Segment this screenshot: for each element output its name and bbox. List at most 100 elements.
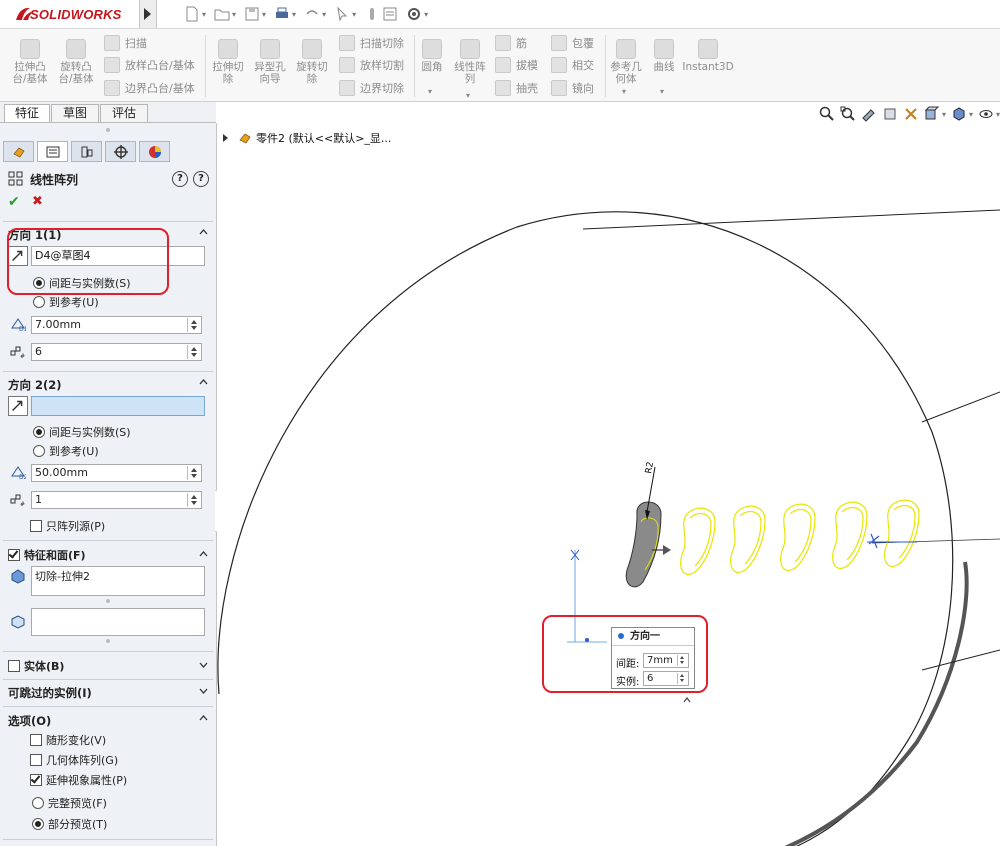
revolve-cut-button[interactable]: 旋转切 除 [292, 39, 332, 85]
direction1-spacing-input[interactable]: 7.00mm [31, 316, 202, 334]
wrap-button[interactable]: 包覆 [551, 35, 594, 51]
chevron-up-icon[interactable] [683, 696, 691, 704]
features-to-pattern-list[interactable]: 切除-拉伸2 [31, 566, 205, 596]
intersect-button[interactable]: 相交 [551, 57, 594, 73]
file-properties-icon[interactable] [382, 6, 398, 22]
chevron-down-icon[interactable]: ▾ [322, 10, 326, 19]
display-manager-tab[interactable] [139, 141, 170, 162]
tab-sketch[interactable]: 草图 [51, 104, 99, 122]
graphics-area[interactable]: ▾ ▾ ▾ 零件2 (默认<<默认>_显... R2 方向一 间距: 7mm 实… [217, 102, 1000, 846]
linear-pattern-icon [8, 171, 23, 186]
seed-only-checkbox[interactable]: 只阵列源(P) [30, 518, 105, 534]
linear-pattern-button[interactable]: 线性阵 列 [450, 39, 490, 85]
direction2-up-to-reference-radio[interactable]: 到参考(U) [33, 443, 99, 459]
chevron-down-icon[interactable] [199, 686, 208, 695]
dimxpert-manager-tab[interactable] [105, 141, 136, 162]
chevron-down-icon[interactable]: ▾ [466, 91, 470, 100]
mirror-button[interactable]: 镜向 [551, 80, 594, 96]
rebuild-icon[interactable] [364, 6, 380, 22]
bodies-section-header[interactable]: 实体(B) [8, 658, 64, 674]
sweep-icon [104, 35, 120, 51]
partial-preview-radio[interactable]: 部分预览(T) [32, 816, 107, 832]
solidworks-logo[interactable]: SOLIDWORKS [0, 0, 140, 28]
spinner-arrows[interactable] [187, 493, 200, 507]
swept-cut-button[interactable]: 扫描切除 [339, 35, 404, 51]
direction2-selection-field[interactable] [31, 396, 205, 416]
chevron-down-icon[interactable]: ▾ [202, 10, 206, 19]
radius-dimension-label[interactable]: R2 [644, 461, 656, 475]
select-pointer-icon[interactable] [334, 6, 350, 22]
propagate-visual-properties-checkbox[interactable]: 延伸视象属性(P) [30, 772, 127, 788]
chevron-up-icon[interactable] [199, 550, 208, 559]
direction2-instances-input[interactable]: 1 [31, 491, 202, 509]
ok-button[interactable]: ✔ [8, 194, 20, 210]
loft-boss-button[interactable]: 放样凸台/基体 [104, 57, 195, 73]
faces-to-pattern-list[interactable] [31, 608, 205, 636]
chevron-up-icon[interactable] [199, 714, 208, 723]
help-icon[interactable]: ? [172, 171, 188, 187]
new-document-icon[interactable] [184, 6, 200, 22]
full-preview-radio[interactable]: 完整预览(F) [32, 795, 107, 811]
rib-button[interactable]: 筋 [495, 35, 527, 51]
panel-grip[interactable] [106, 128, 110, 132]
direction2-spacing-instances-radio[interactable]: 间距与实例数(S) [33, 424, 131, 440]
fillet-button[interactable]: 圆角 [416, 39, 448, 73]
boundary-cut-button[interactable]: 边界切除 [339, 80, 404, 96]
print-icon[interactable] [274, 6, 290, 22]
undo-icon[interactable] [304, 6, 320, 22]
linear-pattern-icon [460, 39, 480, 59]
open-folder-icon[interactable] [214, 6, 230, 22]
reference-geometry-button[interactable]: 参考几 何体 [608, 39, 644, 85]
chevron-down-icon[interactable]: ▾ [428, 87, 432, 96]
reference-geometry-icon [616, 39, 636, 59]
chevron-down-icon[interactable]: ▾ [352, 10, 356, 19]
spinner-arrows[interactable] [187, 466, 200, 480]
cancel-button[interactable]: ✖ [32, 194, 43, 209]
extrude-boss-button[interactable]: 拉伸凸 台/基体 [8, 39, 52, 85]
curves-button[interactable]: 曲线 [648, 39, 680, 73]
spinner-arrows[interactable] [187, 345, 200, 359]
spinner-arrows[interactable] [187, 318, 200, 332]
chevron-down-icon[interactable]: ▾ [232, 10, 236, 19]
boundary-boss-button[interactable]: 边界凸台/基体 [104, 80, 195, 96]
list-item[interactable]: 切除-拉伸2 [35, 570, 90, 583]
chevron-up-icon[interactable] [199, 378, 208, 387]
save-icon[interactable] [244, 6, 260, 22]
draft-button[interactable]: 拔模 [495, 57, 538, 73]
chevron-down-icon[interactable]: ▾ [262, 10, 266, 19]
chevron-down-icon[interactable]: ▾ [660, 87, 664, 96]
revolve-boss-button[interactable]: 旋转凸 台/基体 [54, 39, 98, 85]
chevron-down-icon[interactable]: ▾ [622, 87, 626, 96]
tab-evaluate[interactable]: 评估 [100, 104, 148, 122]
features-faces-section-header[interactable]: 特征和面(F) [8, 547, 86, 563]
menu-expand-button[interactable] [140, 0, 157, 28]
direction1-up-to-reference-radio[interactable]: 到参考(U) [33, 294, 99, 310]
direction1-instances-input[interactable]: 6 [31, 343, 202, 361]
gear-icon[interactable] [406, 6, 422, 22]
chevron-down-icon[interactable] [199, 660, 208, 669]
chevron-down-icon[interactable]: ▾ [424, 10, 428, 19]
draft-icon [495, 57, 511, 73]
property-manager-tab[interactable] [37, 141, 68, 162]
direction2-section-header[interactable]: 方向 2(2) [0, 375, 216, 393]
help-detail-icon[interactable]: ? [193, 171, 209, 187]
options-section-header[interactable]: 选项(O) [0, 711, 216, 729]
chevron-up-icon[interactable] [199, 228, 208, 237]
sweep-button[interactable]: 扫描 [104, 35, 147, 51]
lofted-cut-button[interactable]: 放样切割 [339, 57, 404, 73]
configuration-manager-tab[interactable] [71, 141, 102, 162]
skip-instances-section-header[interactable]: 可跳过的实例(I) [0, 683, 216, 701]
instant3d-button[interactable]: Instant3D [682, 39, 734, 73]
hole-wizard-button[interactable]: 异型孔 向导 [250, 39, 290, 85]
feature-manager-tab[interactable] [3, 141, 34, 162]
shell-button[interactable]: 抽壳 [495, 80, 538, 96]
annotation-highlight-direction1 [7, 228, 169, 295]
geometry-pattern-checkbox[interactable]: 几何体阵列(G) [30, 752, 118, 768]
chevron-down-icon[interactable]: ▾ [292, 10, 296, 19]
direction2-reverse-button[interactable] [8, 396, 28, 416]
curves-icon [654, 39, 674, 59]
direction2-spacing-input[interactable]: 50.00mm [31, 464, 202, 482]
vary-sketch-checkbox[interactable]: 随形变化(V) [30, 732, 106, 748]
tab-features[interactable]: 特征 [4, 104, 50, 122]
extrude-cut-button[interactable]: 拉伸切 除 [208, 39, 248, 85]
